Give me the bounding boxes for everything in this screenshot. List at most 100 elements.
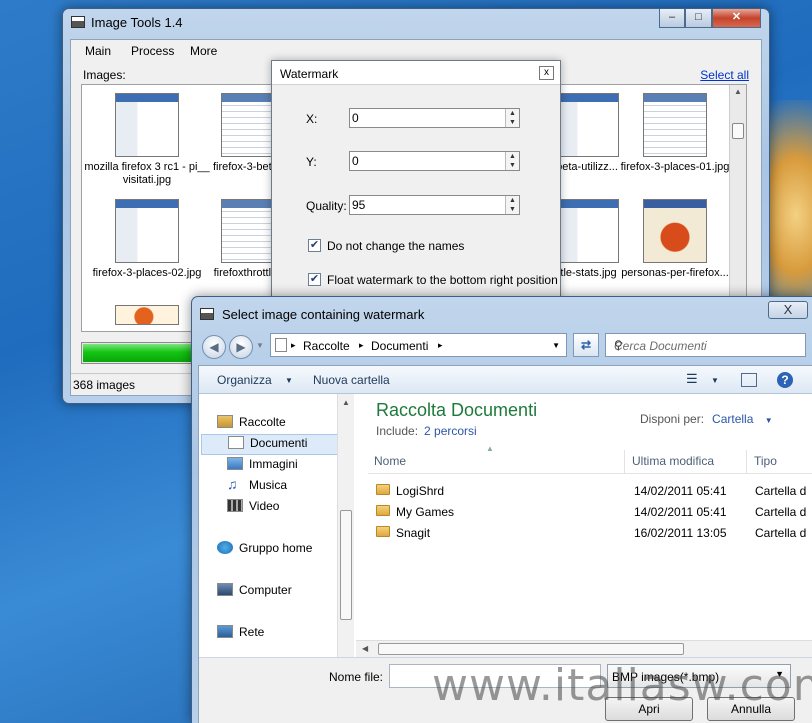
file-row[interactable]: My Games 14/02/2011 05:41 Cartella d [368,501,812,522]
help-icon[interactable]: ? [777,372,793,388]
nav-images-label: Immagini [249,456,298,471]
thumbnail[interactable]: firefox-3-places-01.jpg [610,93,740,174]
title-bar[interactable]: Image Tools 1.4 – □ ✕ [63,9,769,37]
search-input[interactable]: Cerca Documenti ⚲ [605,333,806,357]
image-count: 368 images [73,378,136,392]
spin-down-icon[interactable]: ▼ [506,205,519,214]
arrange-dropdown-icon[interactable]: ▼ [765,416,773,425]
file-dialog-close-button[interactable]: X [768,301,808,319]
refresh-icon[interactable]: ⇄ [573,333,599,357]
history-dropdown-icon[interactable]: ▼ [256,341,264,350]
nav-images[interactable]: Immagini [227,456,298,477]
menu-main[interactable]: Main [85,44,111,58]
back-icon[interactable]: ◀ [202,335,226,359]
menu-more[interactable]: More [190,44,217,58]
arrange-value-link[interactable]: Cartella [712,412,753,426]
file-dialog-title: Select image containing watermark [222,307,425,322]
nav-scrollbar[interactable]: ▲ [337,394,354,657]
breadcrumb-separator-icon[interactable]: ▸ [291,340,296,351]
breadcrumb-separator-icon[interactable]: ▸ [438,340,443,351]
folder-icon [376,526,390,537]
spin-down-icon[interactable]: ▼ [506,161,519,170]
menu-process[interactable]: Process [131,44,174,58]
search-icon[interactable]: ⚲ [614,338,799,352]
organize-dropdown-icon[interactable]: ▼ [285,376,293,385]
thumbnail-caption: firefox-3-places-01.jpg [620,161,730,173]
y-spinner[interactable]: 0 ▲ ▼ [349,151,520,171]
file-name[interactable]: Snagit [396,526,430,540]
column-modified[interactable]: Ultima modifica [632,454,714,468]
scroll-up-icon[interactable]: ▲ [338,398,354,407]
column-name[interactable]: Nome [374,454,406,468]
gallery-scrollbar[interactable]: ▲ [729,85,746,331]
x-spinner[interactable]: 0 ▲ ▼ [349,108,520,128]
column-type[interactable]: Tipo [754,454,777,468]
x-value[interactable]: 0 [352,111,359,125]
checkmark-icon[interactable]: ✔ [308,239,321,252]
nav-video[interactable]: Video [227,498,279,519]
thumbnail[interactable]: personas-per-firefox... [610,199,740,280]
nav-scroll-thumb[interactable] [340,510,352,620]
scroll-up-icon[interactable]: ▲ [730,87,746,96]
file-row[interactable]: Snagit 16/02/2011 13:05 Cartella d [368,522,812,543]
hscroll-thumb[interactable] [378,643,684,655]
spin-up-icon[interactable]: ▲ [506,152,519,161]
watermark-close-button[interactable]: x [539,66,554,80]
maximize-button[interactable]: □ [685,9,712,28]
quality-value[interactable]: 95 [352,198,365,212]
file-list-hscrollbar[interactable]: ◀ [356,640,812,657]
file-name[interactable]: My Games [396,505,454,519]
checkmark-icon[interactable]: ✔ [308,273,321,286]
forward-icon[interactable]: ▶ [229,335,253,359]
breadcrumb-raccolte[interactable]: Raccolte [303,339,350,353]
nav-documents[interactable]: Documenti [201,434,339,455]
keep-names-label[interactable]: Do not change the names [327,239,464,253]
documents-icon [228,436,244,450]
column-divider[interactable] [746,450,747,474]
minimize-button[interactable]: – [659,9,685,28]
spin-down-icon[interactable]: ▼ [506,118,519,127]
file-modified: 14/02/2011 05:41 [634,484,727,498]
y-spin-arrows[interactable]: ▲ ▼ [505,152,519,170]
file-modified: 14/02/2011 05:41 [634,505,727,519]
view-options-icon[interactable]: ☰ [686,371,698,387]
breadcrumb-separator-icon[interactable]: ▸ [359,340,364,351]
video-icon [227,499,243,513]
view-dropdown-icon[interactable]: ▼ [711,376,719,385]
nav-libraries[interactable]: Raccolte [217,414,286,435]
address-bar[interactable]: ▸ Raccolte ▸ Documenti ▸ ▼ [270,333,567,357]
column-header: Nome ▲ Ultima modifica Tipo [368,444,812,474]
file-row[interactable]: LogiShrd 14/02/2011 05:41 Cartella d [368,480,812,501]
x-spin-arrows[interactable]: ▲ ▼ [505,109,519,127]
address-dropdown-icon[interactable]: ▼ [552,341,560,350]
arrange-label: Disponi per: [640,412,705,426]
breadcrumb-documenti[interactable]: Documenti [371,339,428,353]
library-icon [275,338,287,352]
new-folder-button[interactable]: Nuova cartella [313,373,390,387]
thumbnail-image [115,93,179,157]
file-name[interactable]: LogiShrd [396,484,444,498]
watermark-title-bar[interactable]: Watermark x [272,61,560,85]
folder-icon [376,505,390,516]
app-icon [71,16,85,28]
float-bottom-right-label[interactable]: Float watermark to the bottom right posi… [327,273,558,287]
spin-up-icon[interactable]: ▲ [506,109,519,118]
column-divider[interactable] [624,450,625,474]
quality-spin-arrows[interactable]: ▲ ▼ [505,196,519,214]
quality-spinner[interactable]: 95 ▲ ▼ [349,195,520,215]
include-locations-link[interactable]: 2 percorsi [424,424,477,438]
gallery-scroll-thumb[interactable] [732,123,744,139]
scroll-left-icon[interactable]: ◀ [362,644,368,653]
close-button[interactable]: ✕ [712,9,761,28]
nav-computer[interactable]: Computer [217,582,292,603]
nav-homegroup[interactable]: Gruppo home [217,540,312,561]
select-all-link[interactable]: Select all [700,68,749,82]
music-icon: ♫ [227,476,238,493]
organize-button[interactable]: Organizza [217,373,272,387]
spin-up-icon[interactable]: ▲ [506,196,519,205]
nav-music[interactable]: ♫ Musica [227,477,287,498]
y-value[interactable]: 0 [352,154,359,168]
watermark-title: Watermark [280,67,339,81]
preview-pane-icon[interactable] [741,373,757,387]
nav-network[interactable]: Rete [217,624,264,645]
